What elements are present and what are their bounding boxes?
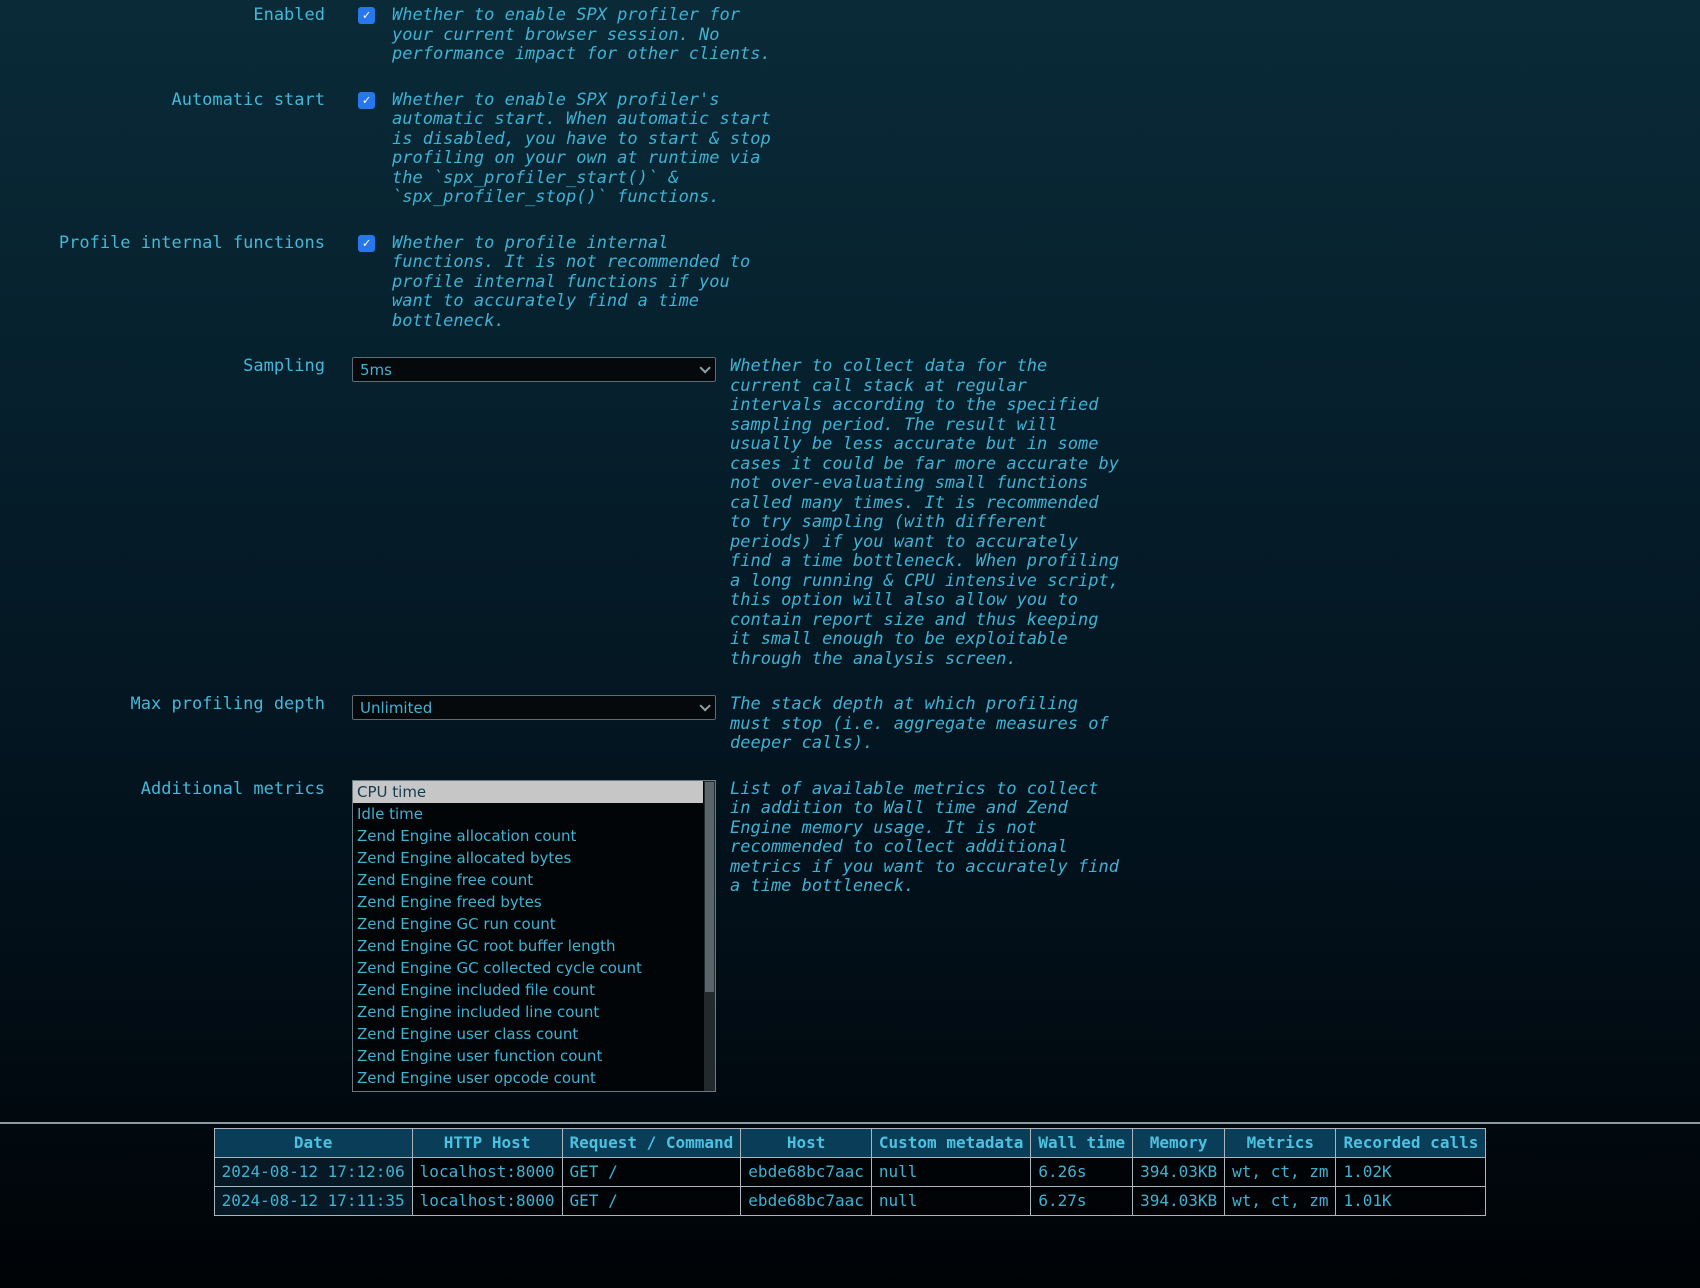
metric-option[interactable]: Zend Engine user opcode count — [353, 1067, 703, 1089]
additional-metrics-listbox[interactable]: CPU timeIdle timeZend Engine allocation … — [352, 780, 716, 1092]
listbox-scrollbar-thumb[interactable] — [705, 782, 714, 993]
max-profiling-depth-label: Max profiling depth — [0, 695, 325, 715]
report-cell: ebde68bc7aac — [741, 1186, 872, 1215]
report-cell: 1.01K — [1336, 1186, 1486, 1215]
metric-option[interactable]: Idle time — [353, 803, 703, 825]
profile-internal-functions-label: Profile internal functions — [0, 234, 325, 254]
table-header-row: DateHTTP HostRequest / CommandHostCustom… — [214, 1128, 1486, 1157]
listbox-scrollbar[interactable] — [704, 781, 715, 1091]
metric-option[interactable]: Zend Engine freed bytes — [353, 891, 703, 913]
profile-internal-functions-description: Whether to profile internal functions. I… — [392, 234, 772, 332]
report-cell: null — [871, 1157, 1031, 1186]
metric-option[interactable]: Zend Engine GC root buffer length — [353, 935, 703, 957]
report-cell: wt, ct, zm — [1225, 1186, 1336, 1215]
max-profiling-depth-description: The stack depth at which profiling must … — [730, 695, 1122, 754]
checkmark-icon: ✓ — [363, 9, 371, 22]
column-header: Wall time — [1031, 1128, 1133, 1157]
automatic-start-checkbox[interactable]: ✓ — [358, 92, 375, 109]
chevron-down-icon — [699, 362, 710, 373]
sampling-select-value: 5ms — [360, 361, 392, 379]
report-cell: localhost:8000 — [412, 1186, 562, 1215]
report-cell: 1.02K — [1336, 1157, 1486, 1186]
form-row-profile-internal-functions: Profile internal functions ✓ Whether to … — [0, 234, 1700, 332]
form-row-max-profiling-depth: Max profiling depth Unlimited The stack … — [0, 695, 1700, 754]
column-header: Custom metadata — [871, 1128, 1031, 1157]
metric-option[interactable]: Zend Engine user function count — [353, 1045, 703, 1067]
metric-option[interactable]: Zend Engine included file count — [353, 979, 703, 1001]
column-header: HTTP Host — [412, 1128, 562, 1157]
enabled-description: Whether to enable SPX profiler for your … — [392, 6, 772, 65]
column-header: Host — [741, 1128, 872, 1157]
max-profiling-depth-select-value: Unlimited — [360, 699, 432, 717]
column-header: Memory — [1133, 1128, 1225, 1157]
sampling-select[interactable]: 5ms — [352, 357, 716, 382]
max-profiling-depth-select[interactable]: Unlimited — [352, 695, 716, 720]
additional-metrics-label: Additional metrics — [0, 780, 325, 800]
checkmark-icon: ✓ — [363, 237, 371, 250]
report-cell: ebde68bc7aac — [741, 1157, 872, 1186]
automatic-start-description: Whether to enable SPX profiler's automat… — [392, 91, 772, 208]
enabled-checkbox[interactable]: ✓ — [358, 7, 375, 24]
additional-metrics-description: List of available metrics to collect in … — [730, 780, 1122, 897]
report-row[interactable]: 2024-08-12 17:11:35localhost:8000GET /eb… — [214, 1186, 1486, 1215]
column-header: Date — [214, 1128, 412, 1157]
metric-option[interactable]: Zend Engine allocation count — [353, 825, 703, 847]
metric-option[interactable]: Zend Engine allocated bytes — [353, 847, 703, 869]
chevron-down-icon — [699, 700, 710, 711]
table-body: 2024-08-12 17:12:06localhost:8000GET /eb… — [214, 1157, 1486, 1215]
report-cell: 394.03KB — [1133, 1186, 1225, 1215]
reports-table: DateHTTP HostRequest / CommandHostCustom… — [214, 1128, 1487, 1216]
form-row-additional-metrics: Additional metrics CPU timeIdle timeZend… — [0, 780, 1700, 1092]
column-header: Recorded calls — [1336, 1128, 1486, 1157]
sampling-label: Sampling — [0, 357, 325, 377]
report-cell: wt, ct, zm — [1225, 1157, 1336, 1186]
metric-option[interactable]: Zend Engine user class count — [353, 1023, 703, 1045]
metric-option[interactable]: Zend Engine included line count — [353, 1001, 703, 1023]
report-cell: localhost:8000 — [412, 1157, 562, 1186]
profile-internal-functions-checkbox[interactable]: ✓ — [358, 235, 375, 252]
form-row-enabled: Enabled ✓ Whether to enable SPX profiler… — [0, 6, 1700, 65]
form-row-automatic-start: Automatic start ✓ Whether to enable SPX … — [0, 91, 1700, 208]
enabled-label: Enabled — [0, 6, 325, 26]
report-cell: 6.27s — [1031, 1186, 1133, 1215]
report-cell: 2024-08-12 17:12:06 — [214, 1157, 412, 1186]
metric-option[interactable]: Zend Engine free count — [353, 869, 703, 891]
form-row-sampling: Sampling 5ms Whether to collect data for… — [0, 357, 1700, 669]
column-header: Request / Command — [562, 1128, 741, 1157]
automatic-start-label: Automatic start — [0, 91, 325, 111]
checkmark-icon: ✓ — [363, 94, 371, 107]
column-header: Metrics — [1225, 1128, 1336, 1157]
report-cell: 394.03KB — [1133, 1157, 1225, 1186]
report-cell: null — [871, 1186, 1031, 1215]
section-divider — [0, 1122, 1700, 1124]
metric-option[interactable]: Zend Engine GC collected cycle count — [353, 957, 703, 979]
metric-option[interactable]: CPU time — [353, 781, 703, 803]
report-row[interactable]: 2024-08-12 17:12:06localhost:8000GET /eb… — [214, 1157, 1486, 1186]
settings-form: Enabled ✓ Whether to enable SPX profiler… — [0, 0, 1700, 1092]
metric-option[interactable]: Zend Engine GC run count — [353, 913, 703, 935]
sampling-description: Whether to collect data for the current … — [730, 357, 1122, 669]
report-cell: GET / — [562, 1186, 741, 1215]
report-cell: GET / — [562, 1157, 741, 1186]
report-cell: 6.26s — [1031, 1157, 1133, 1186]
report-cell: 2024-08-12 17:11:35 — [214, 1186, 412, 1215]
